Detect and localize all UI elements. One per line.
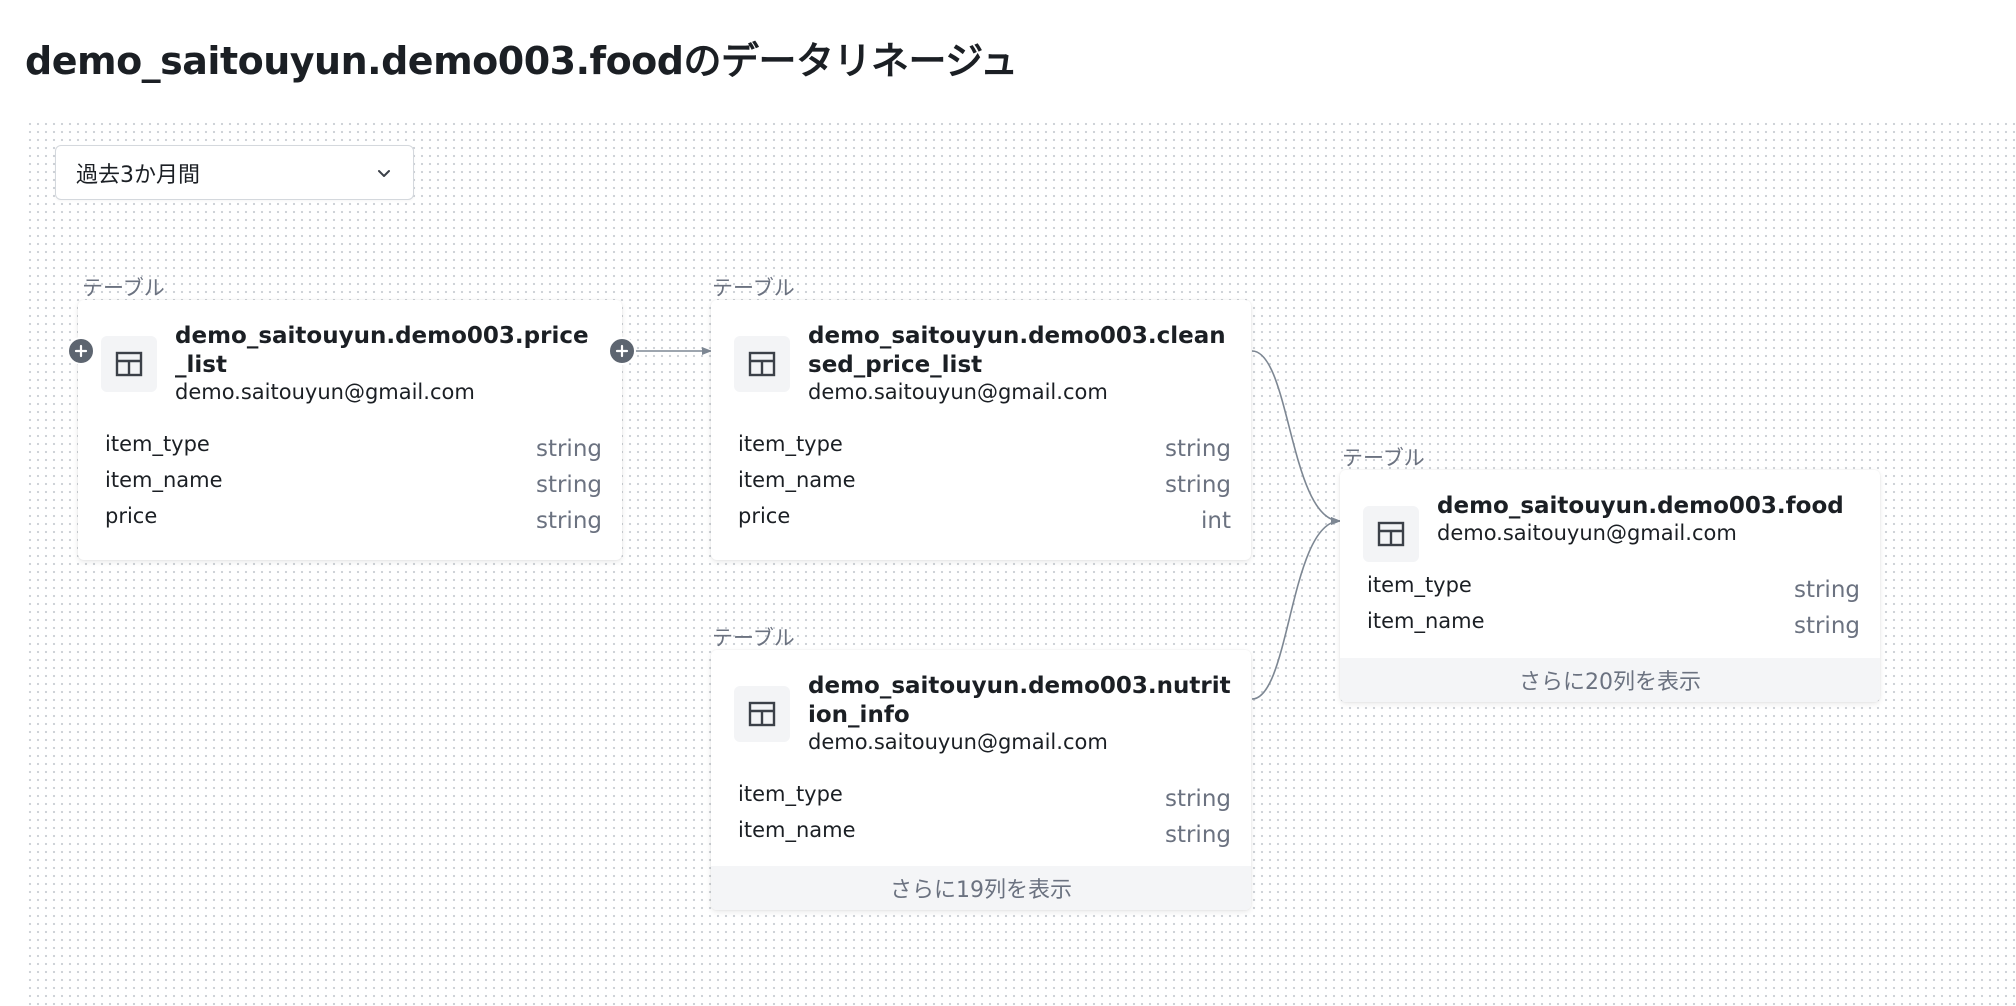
column-row[interactable]: item_name string xyxy=(738,818,1231,854)
plus-icon xyxy=(615,344,629,358)
edge-nutrition-to-food xyxy=(1251,517,1341,700)
column-name: item_type xyxy=(738,782,843,806)
node-type-label: テーブル xyxy=(82,276,165,300)
column-row[interactable]: item_name string xyxy=(105,468,602,504)
node-owner: demo.saitouyun@gmail.com xyxy=(808,380,1108,404)
column-row[interactable]: item_name string xyxy=(738,468,1231,504)
edge-cleansed-to-food xyxy=(1251,350,1341,525)
table-icon xyxy=(101,336,157,392)
node-title: demo_saitouyun.demo003.nutrition_info xyxy=(808,673,1231,728)
column-type: string xyxy=(1793,577,1860,603)
table-icon xyxy=(734,336,790,392)
column-row[interactable]: price string xyxy=(105,504,602,540)
column-name: item_type xyxy=(105,432,210,456)
show-more-columns-button[interactable]: さらに19列を表示 xyxy=(711,866,1251,910)
table-node-food[interactable]: demo_saitouyun.demo003.food demo.saitouy… xyxy=(1340,470,1880,702)
expand-upstream-button[interactable] xyxy=(67,337,95,365)
column-row[interactable]: price int xyxy=(738,504,1231,540)
column-row[interactable]: item_type string xyxy=(105,432,602,468)
table-icon xyxy=(734,686,790,742)
column-name: item_name xyxy=(738,818,856,842)
expand-downstream-button[interactable] xyxy=(608,337,636,365)
column-name: item_name xyxy=(1367,609,1485,633)
node-owner: demo.saitouyun@gmail.com xyxy=(1437,521,1737,545)
table-node-nutrition-info[interactable]: demo_saitouyun.demo003.nutrition_info de… xyxy=(711,650,1251,910)
plus-icon xyxy=(74,344,88,358)
node-owner: demo.saitouyun@gmail.com xyxy=(808,730,1108,754)
column-row[interactable]: item_name string xyxy=(1367,609,1860,645)
show-more-columns-button[interactable]: さらに20列を表示 xyxy=(1340,658,1880,702)
node-title: demo_saitouyun.demo003.price_list xyxy=(175,323,589,378)
table-node-cleansed-price-list[interactable]: demo_saitouyun.demo003.cleansed_price_li… xyxy=(711,300,1251,560)
column-type: string xyxy=(1793,613,1860,639)
table-node-price-list[interactable]: demo_saitouyun.demo003.price_list demo.s… xyxy=(78,300,622,560)
column-type: string xyxy=(535,472,602,498)
node-type-label: テーブル xyxy=(712,626,795,650)
table-icon xyxy=(1363,506,1419,562)
column-type: int xyxy=(1201,508,1231,534)
node-title: demo_saitouyun.demo003.cleansed_price_li… xyxy=(808,323,1226,378)
column-name: price xyxy=(738,504,791,528)
column-name: item_name xyxy=(105,468,223,492)
column-type: string xyxy=(1164,436,1231,462)
column-type: string xyxy=(1164,822,1231,848)
node-owner: demo.saitouyun@gmail.com xyxy=(175,380,475,404)
column-name: item_name xyxy=(738,468,856,492)
node-title: demo_saitouyun.demo003.food xyxy=(1437,493,1844,519)
column-type: string xyxy=(535,436,602,462)
column-row[interactable]: item_type string xyxy=(1367,573,1860,609)
node-type-label: テーブル xyxy=(712,276,795,300)
column-type: string xyxy=(1164,472,1231,498)
column-type: string xyxy=(535,508,602,534)
column-row[interactable]: item_type string xyxy=(738,782,1231,818)
column-name: item_type xyxy=(1367,573,1472,597)
column-row[interactable]: item_type string xyxy=(738,432,1231,468)
column-type: string xyxy=(1164,786,1231,812)
column-name: item_type xyxy=(738,432,843,456)
node-type-label: テーブル xyxy=(1342,446,1425,470)
column-name: price xyxy=(105,504,158,528)
